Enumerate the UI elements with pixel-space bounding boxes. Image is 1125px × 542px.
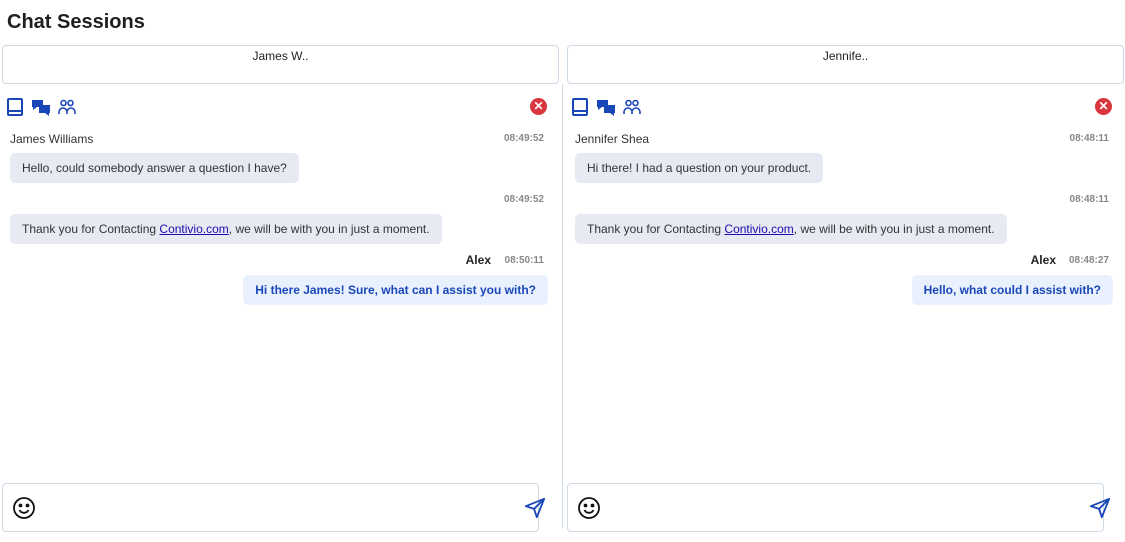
- message-text: , we will be with you in just a moment.: [228, 222, 430, 236]
- message-text: Thank you for Contacting: [22, 222, 160, 236]
- book-icon[interactable]: [570, 97, 590, 117]
- agent-message: Hi there James! Sure, what can I assist …: [243, 275, 548, 305]
- agent-name: Alex: [465, 253, 491, 267]
- message-timestamp: 08:49:52: [503, 194, 544, 205]
- users-icon[interactable]: [622, 97, 642, 117]
- agent-name: Alex: [1030, 253, 1056, 267]
- customer-name: Jennifer Shea: [575, 132, 650, 146]
- chat-session-panel: Jennife.. ✕ Jennifer Shea 08:48:11 Hi th…: [567, 45, 1124, 535]
- panel-divider: [562, 84, 563, 528]
- session-tab[interactable]: Jennife..: [567, 45, 1124, 84]
- chat-bubbles-icon[interactable]: [596, 97, 616, 117]
- message-timestamp: 08:48:11: [1069, 133, 1109, 144]
- contivio-link[interactable]: Contivio.com: [159, 222, 228, 236]
- system-message: Thank you for Contacting Contivio.com, w…: [575, 214, 1007, 244]
- message-timestamp: 08:48:11: [1069, 194, 1109, 205]
- emoji-icon[interactable]: [12, 496, 36, 520]
- message-timestamp: 08:48:27: [1068, 255, 1109, 266]
- session-tab[interactable]: James W..: [2, 45, 559, 84]
- session-tab-label: Jennife..: [822, 49, 869, 63]
- session-tab-label: James W..: [252, 49, 309, 63]
- message-text: Thank you for Contacting: [587, 222, 725, 236]
- agent-message: Hello, what could I assist with?: [911, 275, 1113, 305]
- close-session-button[interactable]: ✕: [1095, 98, 1112, 115]
- message-input[interactable]: [567, 483, 1104, 532]
- message-text: , we will be with you in just a moment.: [793, 222, 995, 236]
- customer-message: Hi there! I had a question on your produ…: [575, 153, 824, 183]
- contivio-link[interactable]: Contivio.com: [724, 222, 793, 236]
- message-timestamp: 08:50:11: [504, 255, 544, 266]
- chat-session-panel: James W.. ✕ James Williams 08:49:52 Hell…: [2, 45, 559, 535]
- emoji-icon[interactable]: [577, 496, 601, 520]
- customer-message: Hello, could somebody answer a question …: [10, 153, 299, 183]
- message-timestamp: 08:49:52: [503, 133, 544, 144]
- send-icon[interactable]: [1089, 497, 1111, 519]
- customer-name: James Williams: [10, 132, 94, 146]
- book-icon[interactable]: [5, 97, 25, 117]
- send-icon[interactable]: [524, 497, 546, 519]
- close-session-button[interactable]: ✕: [530, 98, 547, 115]
- page-title: Chat Sessions: [7, 11, 145, 33]
- system-message: Thank you for Contacting Contivio.com, w…: [10, 214, 442, 244]
- users-icon[interactable]: [57, 97, 77, 117]
- message-input[interactable]: [2, 483, 539, 532]
- chat-bubbles-icon[interactable]: [31, 97, 51, 117]
